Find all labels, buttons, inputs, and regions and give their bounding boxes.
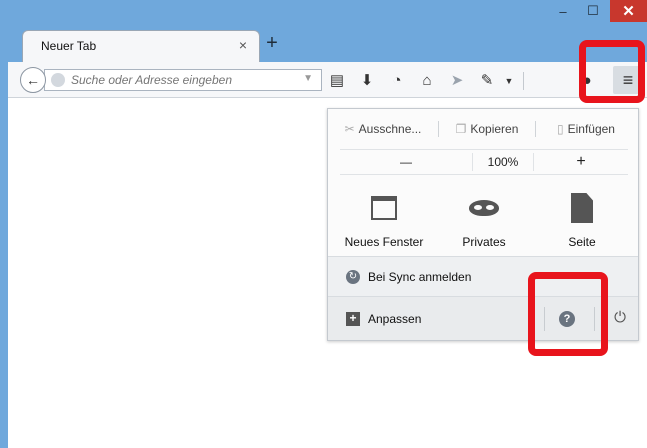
scissors-icon: ✂ xyxy=(344,122,355,136)
close-window-button[interactable]: ✕ xyxy=(610,0,647,22)
sync-label: Bei Sync anmelden xyxy=(368,269,472,284)
minimize-button[interactable]: – xyxy=(548,0,578,22)
customize-plus-icon: + xyxy=(346,311,360,326)
quit-power-icon[interactable]: ⏻ xyxy=(610,308,630,328)
download-icon[interactable]: ⬇ xyxy=(358,72,376,90)
url-dropdown-icon[interactable]: ▼ xyxy=(303,73,313,84)
zoom-reset-button[interactable]: 100% xyxy=(473,149,533,175)
private-window-button[interactable]: Privates xyxy=(432,189,536,253)
tab-neuer-tab[interactable]: Neuer Tab × xyxy=(22,30,260,62)
private-window-label: Privates xyxy=(462,235,506,249)
highlight-menu-button xyxy=(579,40,645,103)
save-page-label: Seite xyxy=(568,235,596,249)
new-window-label: Neues Fenster xyxy=(344,235,424,249)
paste-label: Einfügen xyxy=(567,122,615,136)
window-icon xyxy=(371,196,397,220)
home-icon[interactable]: ⌂ xyxy=(418,72,436,90)
paste-button[interactable]: ▯ Einfügen xyxy=(536,117,636,141)
tools-dropdown-icon[interactable]: ▼ xyxy=(500,72,518,90)
save-page-button[interactable]: Seite xyxy=(530,189,634,253)
bookmark-list-icon[interactable]: ▤ xyxy=(328,72,346,90)
send-icon[interactable]: ➤ xyxy=(448,72,466,90)
new-window-button[interactable]: Neues Fenster xyxy=(332,189,436,253)
clipboard-icon: ▯ xyxy=(557,122,564,136)
zoom-out-button[interactable]: — xyxy=(340,149,472,175)
tools-icon[interactable]: ✎ xyxy=(478,72,496,90)
cut-label: Ausschne... xyxy=(358,122,422,136)
toolbar-separator xyxy=(523,72,524,90)
zoom-controls: — 100% + xyxy=(340,149,628,175)
sync-icon: ↻ xyxy=(346,269,360,284)
edit-controls: ✂ Ausschne... ❐ Kopieren ▯ Einfügen xyxy=(328,117,640,141)
history-icon[interactable]: ◔ xyxy=(388,72,406,90)
copy-icon: ❐ xyxy=(455,122,467,136)
zoom-in-button[interactable]: + xyxy=(534,149,628,175)
maximize-button[interactable]: ☐ xyxy=(578,0,608,22)
url-bar[interactable]: ▼ xyxy=(44,69,322,91)
new-tab-button[interactable]: + xyxy=(262,32,282,56)
tab-close-icon[interactable]: × xyxy=(239,37,247,53)
highlight-help-button xyxy=(528,272,608,356)
cut-button[interactable]: ✂ Ausschne... xyxy=(328,117,438,141)
back-button[interactable]: ← xyxy=(20,67,46,93)
window-left-border xyxy=(0,62,8,448)
page-icon xyxy=(571,193,593,223)
globe-icon xyxy=(51,73,65,87)
navigation-toolbar: ▼ ← ▤ ⬇ ◔ ⌂ ➤ ✎ ▼ ● ≡ xyxy=(8,62,647,98)
mask-icon xyxy=(469,200,499,216)
copy-label: Kopieren xyxy=(470,122,519,136)
url-input[interactable] xyxy=(71,72,271,88)
customize-button[interactable]: Anpassen xyxy=(368,312,421,326)
copy-button[interactable]: ❐ Kopieren xyxy=(439,117,535,141)
tab-title: Neuer Tab xyxy=(41,39,97,53)
